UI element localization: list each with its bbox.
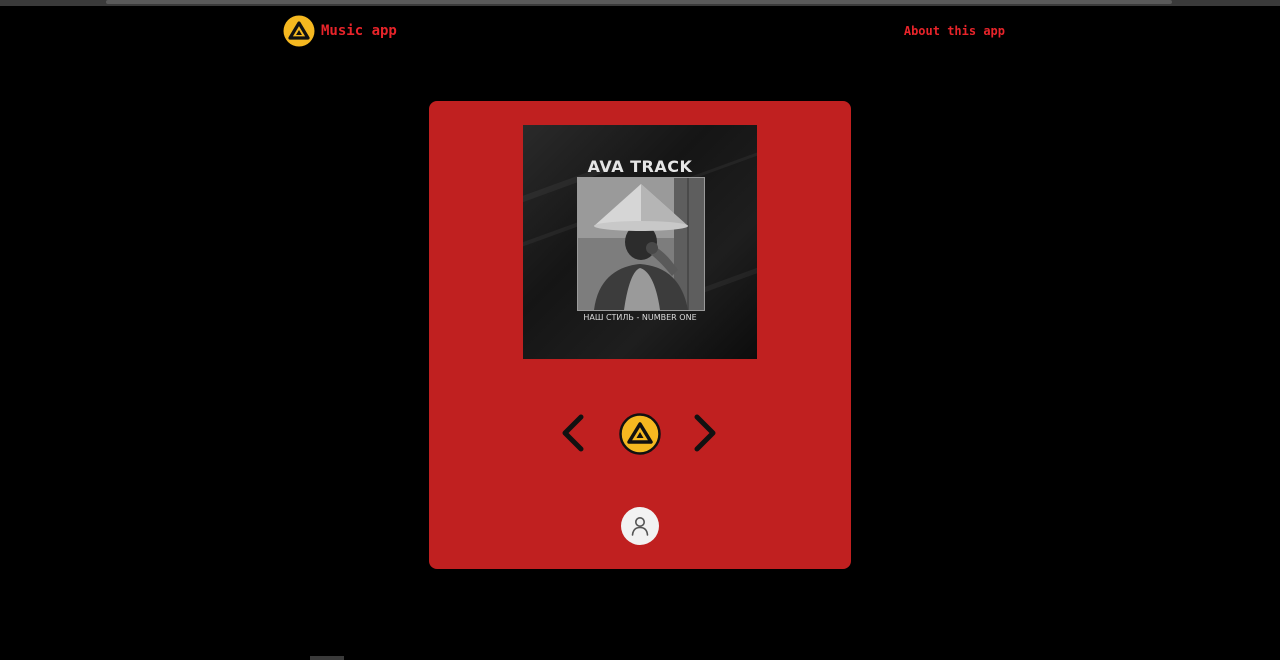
horizontal-scrollbar[interactable] [106, 0, 1172, 4]
aimp-logo-icon [283, 15, 315, 47]
aimp-logo-icon [619, 413, 661, 455]
cover-title: AVA TRACK [587, 157, 693, 176]
album-cover: AVA TRACK НАШ СТИЛЬ - NUMBER ONE [523, 125, 757, 359]
cover-subtitle: НАШ СТИЛЬ - NUMBER ONE [583, 313, 697, 322]
player-card: AVA TRACK НАШ СТИЛЬ - NUMBER ONE [429, 101, 851, 569]
play-button[interactable] [619, 413, 661, 459]
brand-link[interactable]: Music app [283, 15, 397, 47]
cover-photo [577, 177, 705, 311]
bottom-scroll-indicator [310, 656, 344, 660]
previous-button[interactable] [557, 411, 589, 459]
chevron-left-icon [562, 414, 584, 452]
playback-controls [429, 411, 851, 455]
next-button[interactable] [689, 411, 721, 459]
browser-top-bar [0, 0, 1280, 6]
chevron-right-icon [694, 414, 716, 452]
user-profile-button[interactable] [621, 507, 659, 545]
about-link[interactable]: About this app [904, 24, 1005, 38]
brand-title: Music app [321, 23, 397, 39]
user-icon [631, 517, 649, 536]
